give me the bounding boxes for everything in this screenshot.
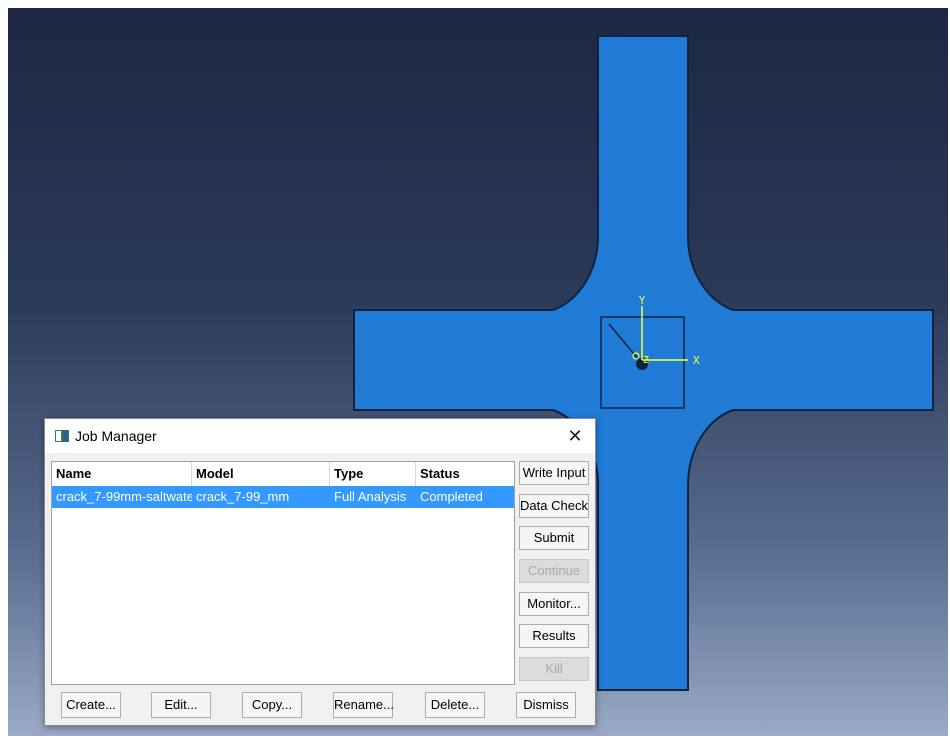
row-model-cell: crack_7-99_mm <box>196 489 290 504</box>
close-button[interactable]: ✕ <box>555 419 595 453</box>
monitor-button[interactable]: Monitor... <box>519 592 589 616</box>
column-header-type[interactable]: Type <box>330 462 416 486</box>
row-status-cell: Completed <box>420 489 483 504</box>
results-button[interactable]: Results <box>519 624 589 648</box>
create-button[interactable]: Create... <box>61 692 121 718</box>
dialog-title: Job Manager <box>75 428 157 444</box>
axis-y-label: Y <box>639 294 646 307</box>
axis-x-label: X <box>693 354 700 367</box>
row-type-cell: Full Analysis <box>334 489 407 504</box>
close-icon: ✕ <box>567 425 583 446</box>
column-header-model[interactable]: Model <box>192 462 330 486</box>
dismiss-button[interactable]: Dismiss <box>516 692 576 718</box>
row-name-cell: crack_7-99mm-saltwater <box>56 489 192 504</box>
write-input-button[interactable]: Write Input <box>519 461 589 485</box>
delete-button[interactable]: Delete... <box>425 692 485 718</box>
axis-z-label: Z <box>643 355 649 366</box>
job-table[interactable]: Name Model Type Status crack_7-99mm-salt… <box>51 461 515 685</box>
app-icon <box>55 430 69 442</box>
job-manager-dialog: Job Manager ✕ Name Model Type Status cra… <box>44 418 596 726</box>
rename-button[interactable]: Rename... <box>333 692 394 718</box>
copy-button[interactable]: Copy... <box>242 692 302 718</box>
submit-button[interactable]: Submit <box>519 526 589 550</box>
column-header-name[interactable]: Name <box>52 462 192 486</box>
dialog-titlebar[interactable]: Job Manager ✕ <box>45 419 595 453</box>
data-check-button[interactable]: Data Check <box>519 494 589 518</box>
continue-button[interactable]: Continue <box>519 559 589 583</box>
kill-button[interactable]: Kill <box>519 657 589 681</box>
table-row[interactable]: crack_7-99mm-saltwater crack_7-99_mm Ful… <box>52 486 514 508</box>
column-header-status[interactable]: Status <box>416 462 514 486</box>
edit-button[interactable]: Edit... <box>151 692 211 718</box>
